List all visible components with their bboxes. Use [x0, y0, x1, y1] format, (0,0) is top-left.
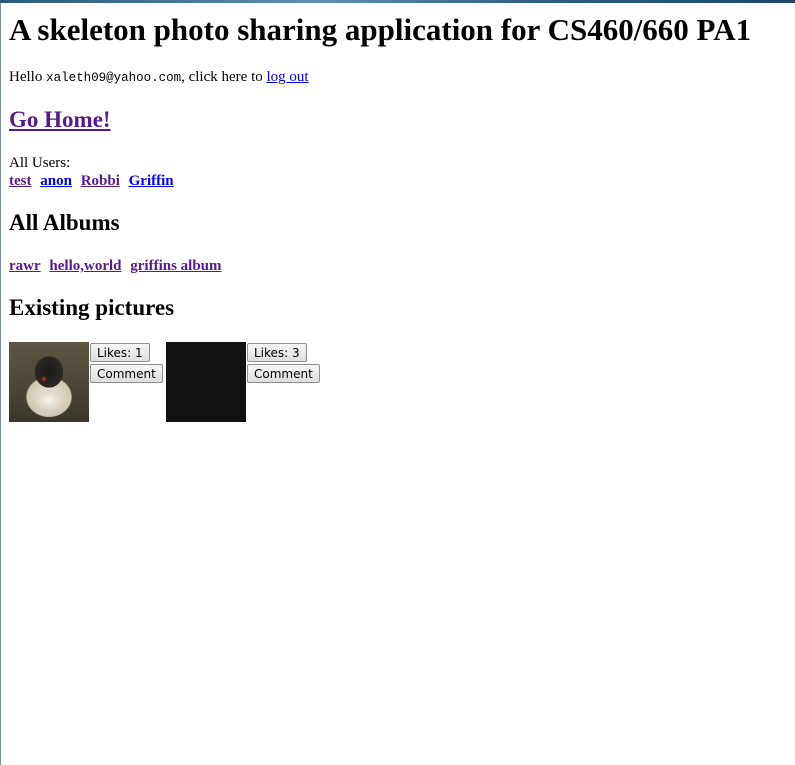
- go-home-link[interactable]: Go Home!: [9, 107, 111, 133]
- like-button[interactable]: Likes: 1: [90, 343, 150, 362]
- users-list: test anon Robbi Griffin: [9, 173, 179, 190]
- comment-button[interactable]: Comment: [247, 364, 320, 383]
- user-link-robbi[interactable]: Robbi: [81, 173, 120, 189]
- window-top-border: [0, 0, 795, 3]
- comment-button[interactable]: Comment: [90, 364, 163, 383]
- all-albums-heading: All Albums: [9, 210, 120, 235]
- greeting-middle: , click here to: [181, 69, 267, 85]
- album-link-rawr[interactable]: rawr: [9, 258, 41, 274]
- greeting-line: Hello xaleth09@yahoo.com, click here to …: [9, 69, 309, 86]
- photo-thumbnail-dog[interactable]: [9, 342, 89, 422]
- album-link-griffins-album[interactable]: griffins album: [130, 258, 221, 274]
- user-email: xaleth09@yahoo.com: [46, 71, 182, 85]
- page-title: A skeleton photo sharing application for…: [9, 12, 752, 47]
- user-link-anon[interactable]: anon: [40, 173, 72, 189]
- existing-pictures-heading: Existing pictures: [9, 295, 175, 320]
- all-users-label: All Users:: [9, 155, 71, 171]
- greeting-prefix: Hello: [9, 69, 47, 85]
- logout-link[interactable]: log out: [267, 69, 309, 85]
- photo-thumbnail-space[interactable]: [166, 342, 246, 422]
- albums-list: rawr hello,world griffins album: [9, 258, 227, 275]
- like-button[interactable]: Likes: 3: [247, 343, 307, 362]
- user-link-test[interactable]: test: [9, 173, 32, 189]
- window-left-border: [0, 3, 1, 765]
- album-link-hello-world[interactable]: hello,world: [49, 258, 121, 274]
- user-link-griffin[interactable]: Griffin: [129, 173, 174, 189]
